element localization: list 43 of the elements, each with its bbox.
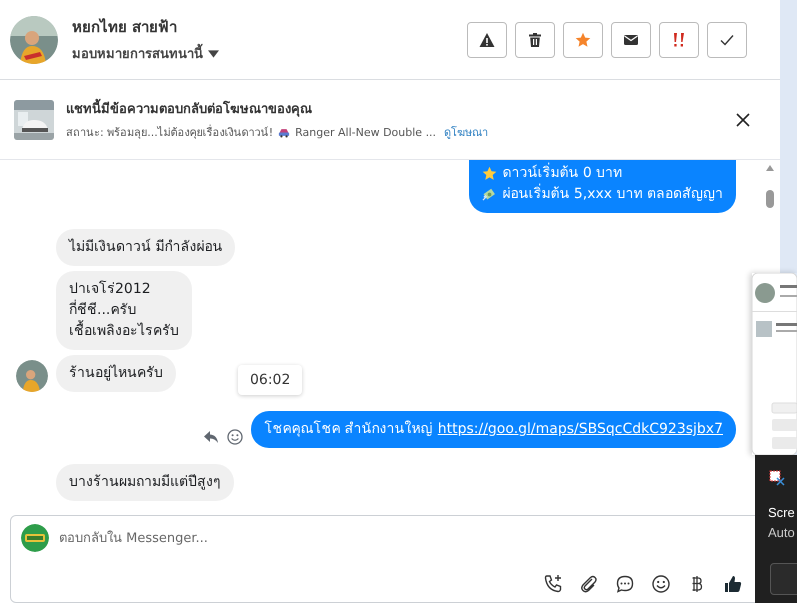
emoji-icon[interactable]: [227, 429, 244, 445]
star-icon: [575, 32, 591, 48]
check-button[interactable]: [707, 22, 747, 58]
timestamp-tooltip: 06:02: [238, 365, 302, 395]
mail-button[interactable]: [611, 22, 651, 58]
close-button[interactable]: [736, 112, 750, 126]
caret-icon: [208, 50, 219, 58]
scroll-up-icon[interactable]: [766, 165, 774, 171]
received-message: ร้านอยู่ไหนครับ: [56, 355, 176, 392]
ad-name: Ranger All-New Double ...: [295, 126, 436, 138]
car-icon: [278, 126, 290, 138]
warning-button[interactable]: [467, 22, 507, 58]
notification-title: Scre: [768, 505, 795, 520]
star-button[interactable]: [563, 22, 603, 58]
money-icon: [482, 187, 498, 202]
avatar: [10, 16, 58, 64]
sent-message: ดาวน์เริ่มต้น 0 บาท ผ่อนเริ่มต้น 5,xxx บาท ตลอดสัญญา: [469, 160, 736, 213]
emoji-button[interactable]: [651, 574, 671, 594]
star-icon: [482, 166, 498, 181]
warning-icon: [479, 32, 495, 48]
sent-message: โชคคุณโชค สำนักงานใหญ่ https://goo.gl/maps/SBSqcCdkC923sjbx7: [251, 411, 736, 448]
view-ad-link[interactable]: ดูโฆษณา: [444, 123, 488, 141]
ad-status: สถานะ: พร้อมลุย...ไม่ต้องคุยเรื่องเงินดาวน์!: [66, 124, 274, 141]
map-link[interactable]: https://goo.gl/maps/SBSqcCdkC923sjbx7: [438, 419, 723, 440]
chat-bubble-button[interactable]: [615, 574, 635, 594]
notification-subtitle: Auto: [768, 525, 795, 540]
add-call-button[interactable]: [543, 574, 563, 594]
important-button[interactable]: [659, 22, 699, 58]
received-message: ไม่มีเงินดาวน์ มีกำลังผ่อน: [56, 229, 236, 266]
assign-dropdown[interactable]: มอบหมายการสนทนานี้: [72, 43, 219, 64]
thumbs-up-button[interactable]: [723, 574, 743, 594]
scroll-thumb[interactable]: [766, 190, 774, 208]
reply-icon[interactable]: [203, 429, 220, 445]
important-icon: [671, 32, 687, 48]
ad-reply-title: แชทนี้มีข้อความตอบกลับต่อโฆษณาของคุณ: [66, 98, 724, 119]
screenshot-app-icon: [769, 470, 785, 486]
received-message: ปาเจโร่2012 กี่ชีชี...ครับ เชื้อเพลิงอะไรครับ: [56, 271, 192, 350]
received-message: บางร้านผมถามมีแต่ปีสูงๆ: [56, 464, 234, 501]
contact-name: หยกไทย สายฟ้า: [72, 17, 178, 38]
page-avatar: [21, 524, 49, 552]
trash-button[interactable]: [515, 22, 555, 58]
trash-icon: [527, 32, 543, 48]
paperclip-button[interactable]: [579, 574, 599, 594]
